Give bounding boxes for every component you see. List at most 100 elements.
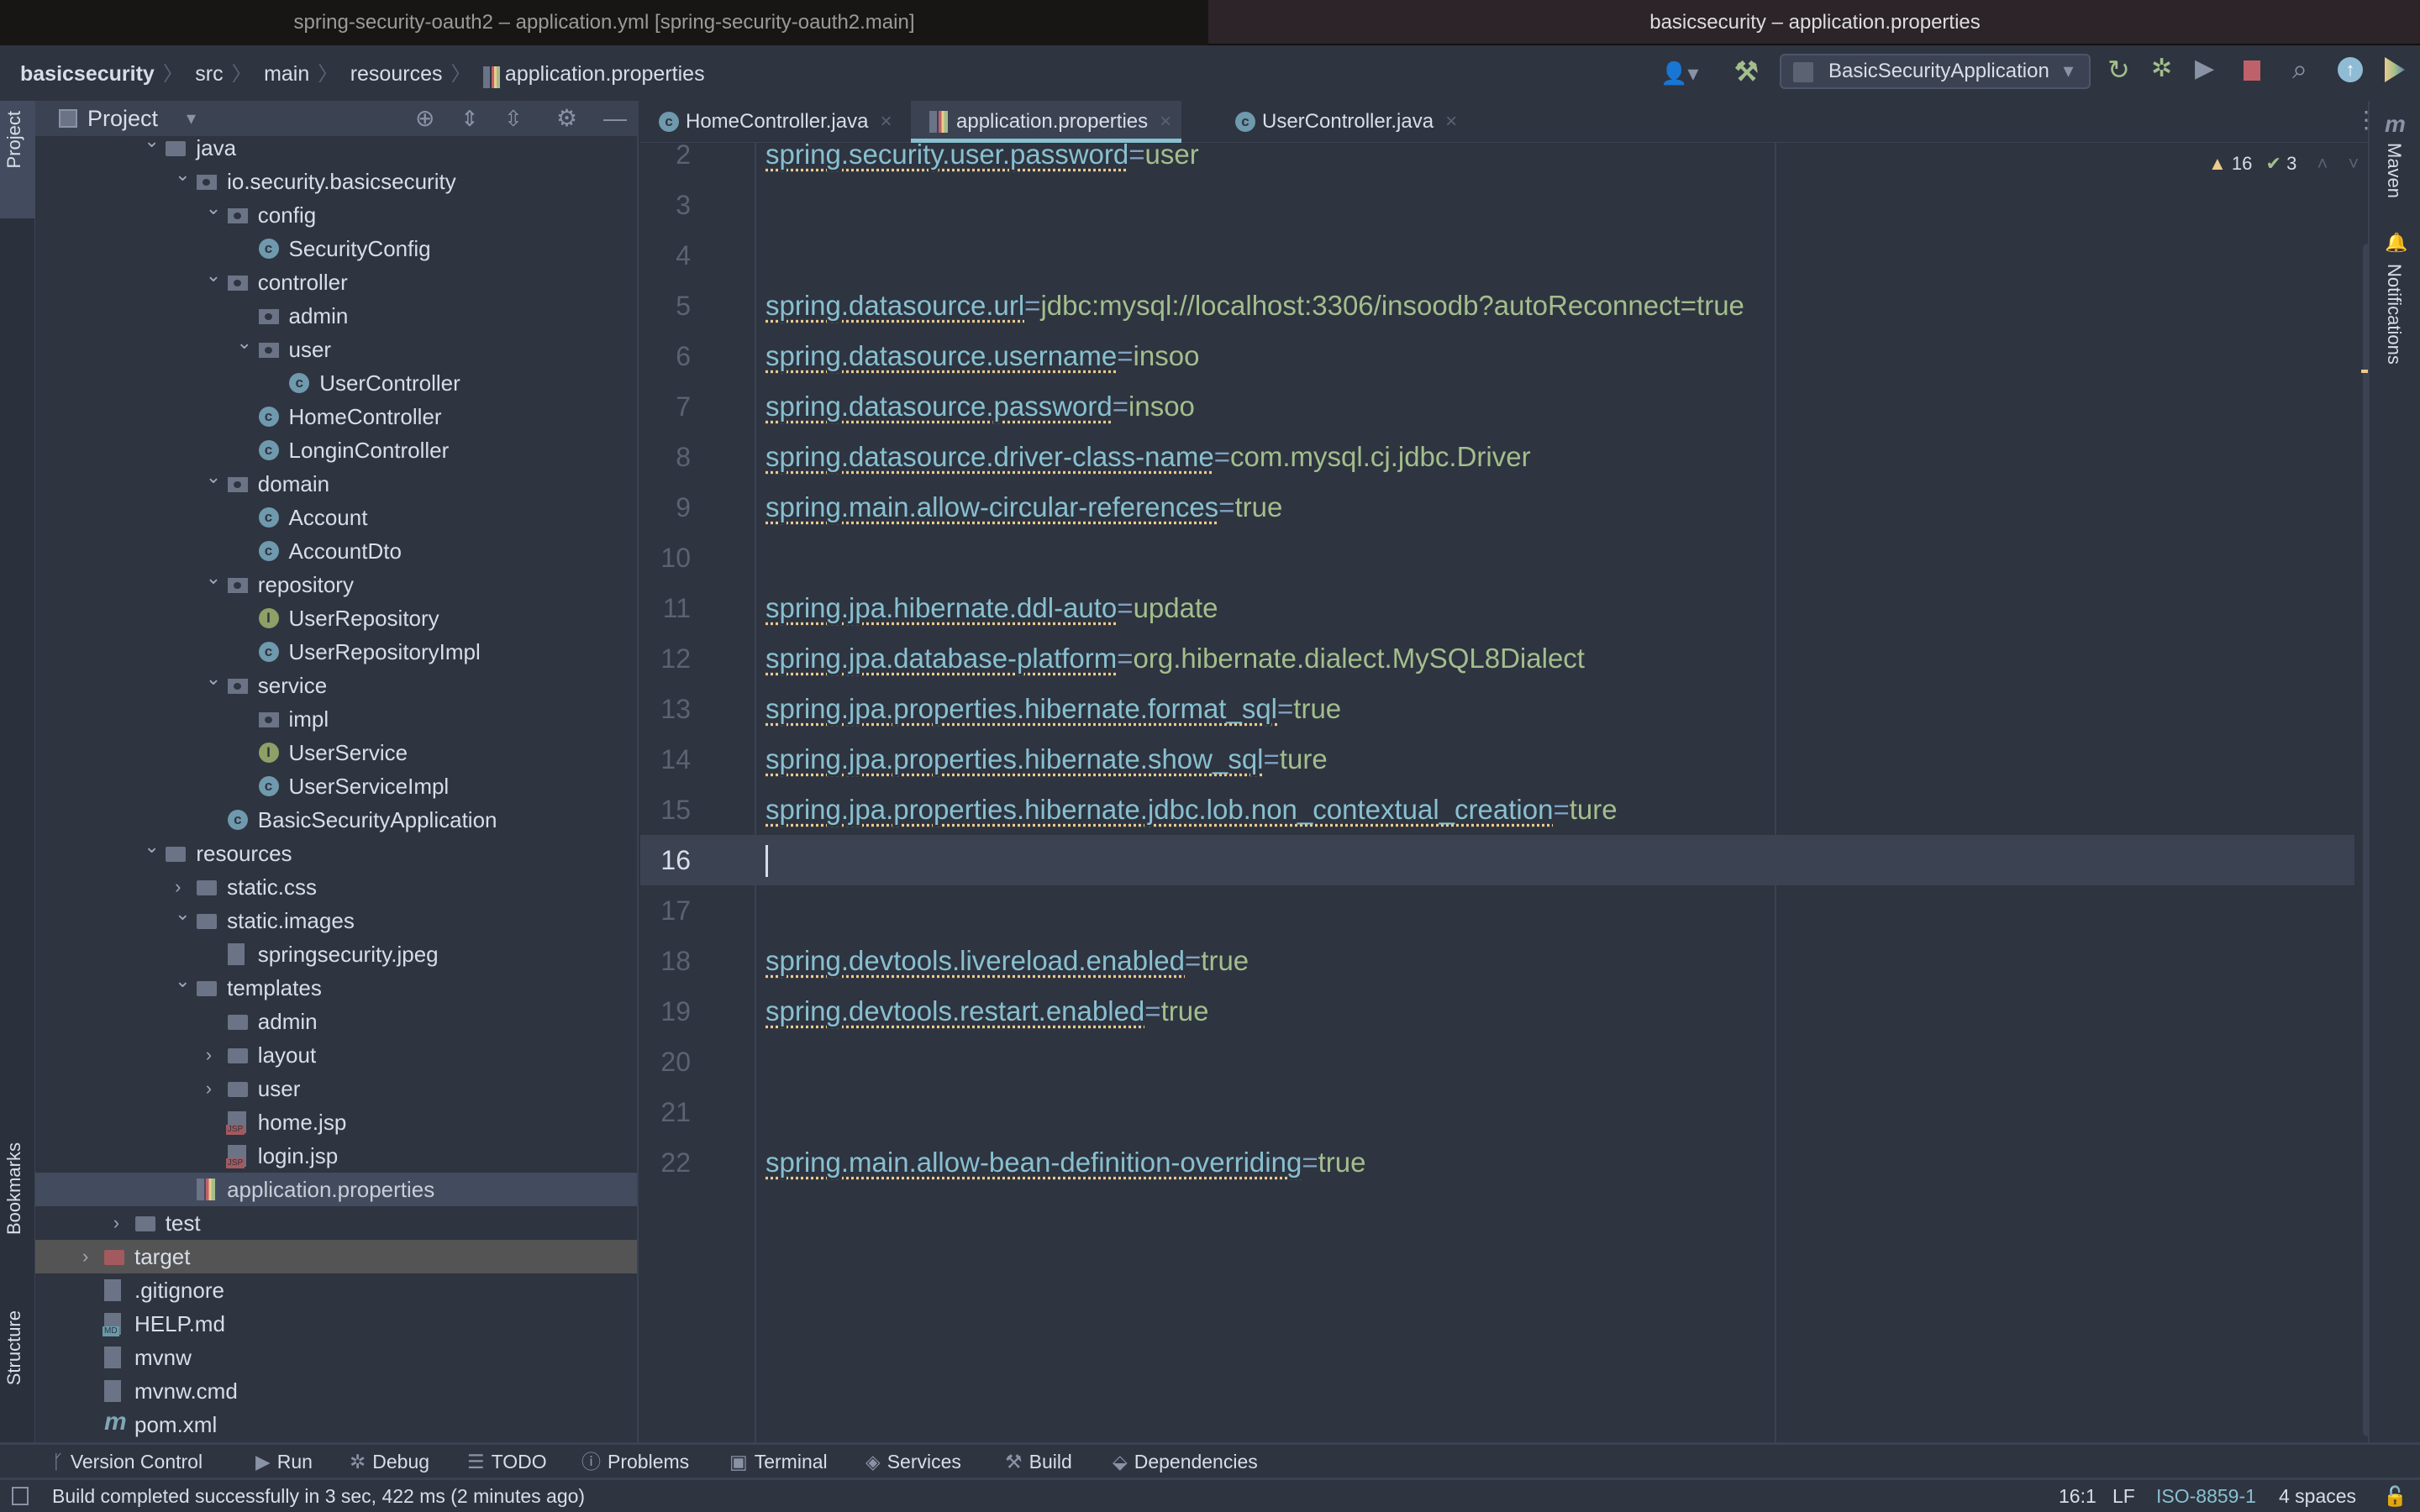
tree-item[interactable]: ⌄ config	[35, 197, 637, 232]
tree-item[interactable]: ⌄ domain	[35, 466, 637, 501]
chevron-down-icon[interactable]: ⌄	[206, 662, 223, 696]
project-stripe-label[interactable]: Project	[3, 111, 25, 168]
chevron-down-icon[interactable]: ⌄	[175, 964, 192, 998]
crumb-src[interactable]: src	[195, 47, 223, 101]
tree-item[interactable]: › target	[35, 1240, 637, 1273]
code-line[interactable]: 10	[640, 533, 2354, 583]
tree-item[interactable]: home.jsp	[35, 1105, 637, 1139]
tree-item[interactable]: ⌄ user	[35, 332, 637, 366]
tree-item[interactable]: .gitignore	[35, 1273, 637, 1307]
close-tab-icon[interactable]: ×	[1445, 110, 1457, 133]
tool-window-dependencies[interactable]: ⬙ Dependencies	[1113, 1445, 1258, 1478]
code-line[interactable]: 12 spring.jpa.database-platform=org.hiber…	[640, 633, 2354, 684]
editor-tab[interactable]: application.properties ×	[911, 101, 1181, 143]
chevron-down-icon[interactable]: ⌄	[206, 561, 223, 595]
code-line[interactable]: 22 spring.main.allow-bean-definition-over…	[640, 1137, 2354, 1188]
tree-item[interactable]: c BasicSecurityApplication	[35, 803, 637, 837]
code-line[interactable]: 4	[640, 230, 2354, 281]
code-line[interactable]: 17	[640, 885, 2354, 936]
tree-item[interactable]: mvnw	[35, 1341, 637, 1374]
editor-tab[interactable]: c HomeController.java ×	[640, 101, 905, 143]
tree-item[interactable]: c UserServiceImpl	[35, 769, 637, 803]
code-line[interactable]: 6 spring.datasource.username=insoo	[640, 331, 2354, 381]
collapse-all-icon[interactable]: ⇳	[504, 101, 523, 136]
bookmarks-stripe-label[interactable]: Bookmarks	[3, 1142, 25, 1235]
maven-stripe-label[interactable]: Maven	[2383, 143, 2405, 198]
tree-item[interactable]: › user	[35, 1072, 637, 1105]
tree-item[interactable]: › static.css	[35, 870, 637, 904]
cursor-position[interactable]: 16:1	[2059, 1480, 2096, 1512]
chevron-right-icon[interactable]: ›	[206, 1072, 223, 1105]
close-tab-icon[interactable]: ×	[880, 110, 892, 133]
close-tab-icon[interactable]: ×	[1160, 110, 1171, 133]
chevron-down-icon[interactable]: ⌄	[175, 158, 192, 192]
chevron-down-icon[interactable]: ⌄	[144, 830, 160, 864]
code-line[interactable]: 20	[640, 1037, 2354, 1087]
code-line[interactable]: 11 spring.jpa.hibernate.ddl-auto=update	[640, 583, 2354, 633]
notifications-stripe-label[interactable]: Notifications	[2383, 264, 2405, 365]
stop-icon[interactable]	[2244, 60, 2260, 81]
tree-item[interactable]: ⌄ service	[35, 668, 637, 702]
tree-item[interactable]: c Account	[35, 501, 637, 534]
tree-item[interactable]: c AccountDto	[35, 534, 637, 568]
tool-window-run[interactable]: ▶ Run	[255, 1445, 313, 1478]
previous-highlight-icon[interactable]: ˄	[2317, 153, 2328, 174]
chevron-down-icon[interactable]: ⌄	[237, 326, 254, 360]
tool-window-todo[interactable]: ☰ TODO	[467, 1445, 547, 1478]
tool-window-version-control[interactable]: ᚴ Version Control	[52, 1445, 203, 1478]
chevron-down-icon[interactable]: ⌄	[206, 192, 223, 225]
structure-stripe-label[interactable]: Structure	[3, 1310, 25, 1385]
tree-item[interactable]: c LonginController	[35, 433, 637, 467]
code-line[interactable]: 16	[640, 835, 2354, 885]
chevron-right-icon[interactable]: ›	[82, 1240, 99, 1273]
tool-window-terminal[interactable]: ▣ Terminal	[729, 1445, 828, 1478]
tree-item[interactable]: m pom.xml	[35, 1408, 637, 1441]
rerun-icon[interactable]: ↻	[2107, 54, 2130, 86]
code-line[interactable]: 13 spring.jpa.properties.hibernate.format…	[640, 684, 2354, 734]
tree-item[interactable]: c UserRepositoryImpl	[35, 635, 637, 669]
crumb-project[interactable]: basicsecurity	[20, 47, 155, 101]
status-message[interactable]: Build completed successfully in 3 sec, 4…	[52, 1480, 585, 1512]
code-area[interactable]: 2 spring.security.user.password=user 3 4 5 sp…	[640, 143, 2354, 1442]
chevron-down-icon[interactable]: ⌄	[144, 136, 160, 158]
next-highlight-icon[interactable]: ˅	[2348, 153, 2359, 174]
tree-item[interactable]: ⌄ io.security.basicsecurity	[35, 164, 637, 198]
code-line[interactable]: 9 spring.main.allow-circular-references=t…	[640, 482, 2354, 533]
search-icon[interactable]: ⌕	[2292, 54, 2307, 86]
code-line[interactable]: 3	[640, 180, 2354, 230]
tree-item[interactable]: HELP.md	[35, 1307, 637, 1341]
tree-item[interactable]: ⌄ static.images	[35, 903, 637, 937]
locate-icon[interactable]: ⊕	[415, 101, 434, 136]
tree-item[interactable]: mvnw.cmd	[35, 1374, 637, 1408]
tree-item[interactable]: ⌄ templates	[35, 970, 637, 1005]
tree-item[interactable]: impl	[35, 702, 637, 736]
tree-item[interactable]: ⌄ java	[35, 136, 637, 165]
tree-item[interactable]: ⌄ controller	[35, 265, 637, 299]
tree-item[interactable]: application.properties	[35, 1173, 637, 1206]
tree-item[interactable]: c HomeController	[35, 400, 637, 433]
crumb-file[interactable]: application.properties	[505, 47, 705, 101]
tree-item[interactable]: springsecurity.jpeg	[35, 937, 637, 971]
tree-item[interactable]: c UserController	[35, 366, 637, 400]
tree-item[interactable]: I UserRepository	[35, 601, 637, 635]
tree-item[interactable]: admin	[35, 1005, 637, 1038]
chevron-down-icon[interactable]: ▾	[187, 101, 196, 136]
code-line[interactable]: 14 spring.jpa.properties.hibernate.show_s…	[640, 734, 2354, 785]
tree-item[interactable]: › layout	[35, 1038, 637, 1072]
status-toggle-icon[interactable]	[12, 1487, 29, 1505]
tool-window-debug[interactable]: ✲ Debug	[350, 1445, 429, 1478]
code-line[interactable]: 18 spring.devtools.livereload.enabled=tru…	[640, 936, 2354, 986]
chevron-down-icon[interactable]: ⌄	[206, 460, 223, 494]
run-configuration-select[interactable]: BasicSecurityApplication ▾	[1780, 54, 2091, 89]
chevron-right-icon[interactable]: ›	[206, 1038, 223, 1072]
code-line[interactable]: 5 spring.datasource.url=jdbc:mysql://loca…	[640, 281, 2354, 331]
build-hammer-icon[interactable]: ⚒	[1734, 55, 1759, 87]
tree-item[interactable]: ⌄ resources	[35, 836, 637, 870]
tool-window-services[interactable]: ◈ Services	[865, 1445, 961, 1478]
editor-tab[interactable]: c UserController.java ×	[1217, 101, 1470, 143]
tool-window-build[interactable]: ⚒ Build	[1005, 1445, 1072, 1478]
line-separator[interactable]: LF	[2112, 1480, 2135, 1512]
file-encoding[interactable]: ISO-8859-1	[2156, 1480, 2256, 1512]
tree-item[interactable]: ⌄ repository	[35, 567, 637, 601]
code-line[interactable]: 15 spring.jpa.properties.hibernate.jdbc.l…	[640, 785, 2354, 835]
